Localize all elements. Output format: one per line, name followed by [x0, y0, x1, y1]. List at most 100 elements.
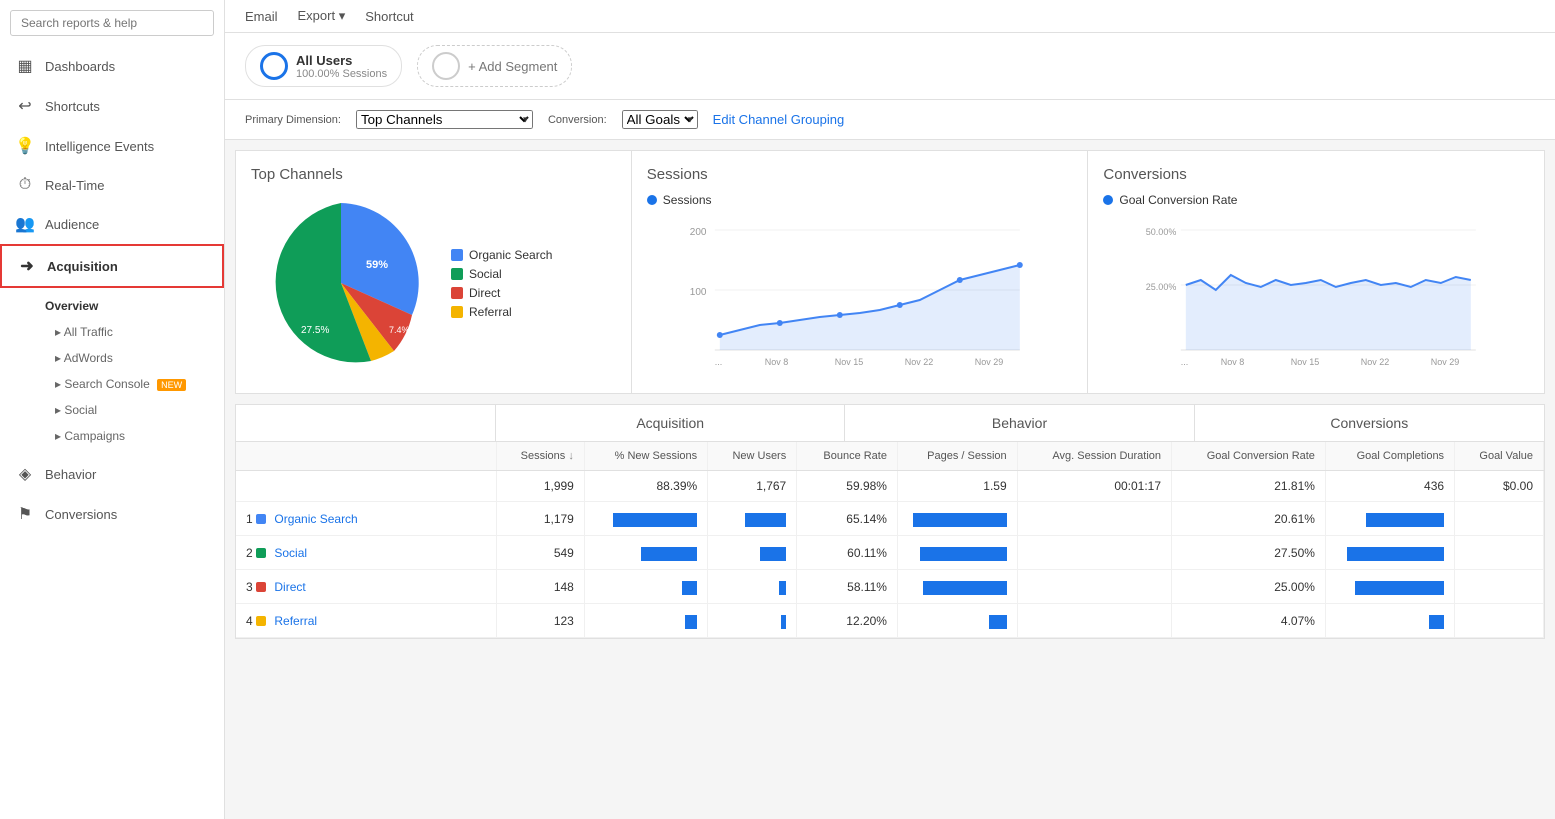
sidebar-item-audience[interactable]: 👥 Audience	[0, 204, 224, 244]
top-bar: Email Export ▾ Shortcut	[225, 0, 1555, 33]
direct-color	[451, 287, 463, 299]
nav-sub-searchconsole[interactable]: ▸ Search Console NEW	[35, 371, 224, 397]
channel-cell-3: 3 Direct	[236, 570, 496, 604]
top-channels-select[interactable]: Top Channels Default Channel Grouping	[356, 110, 533, 129]
legend-social: Social	[451, 267, 552, 281]
add-segment-button[interactable]: + Add Segment	[417, 45, 572, 87]
nav-sub-alltraffic[interactable]: ▸ All Traffic	[35, 319, 224, 345]
sidebar-item-realtime[interactable]: ⏱ Real-Time	[0, 166, 224, 204]
acquisition-icon: ➜	[17, 256, 37, 276]
goal-conv-1: 20.61%	[1172, 502, 1326, 536]
social-link[interactable]: Social	[274, 546, 307, 560]
totals-goal-comp: 436	[1325, 471, 1454, 502]
segment-name: All Users	[296, 53, 387, 68]
sessions-2: 549	[496, 536, 584, 570]
nav-sub-overview[interactable]: Overview	[35, 293, 224, 319]
sidebar-item-behavior[interactable]: ◈ Behavior	[0, 454, 224, 494]
edit-channel-grouping-link[interactable]: Edit Channel Grouping	[713, 112, 845, 127]
svg-text:Nov 29: Nov 29	[1431, 357, 1460, 367]
th-goal-conversion[interactable]: Goal Conversion Rate	[1172, 442, 1326, 471]
legend-direct: Direct	[451, 286, 552, 300]
th-bounce-rate[interactable]: Bounce Rate	[797, 442, 898, 471]
bounce-bar-2	[897, 536, 1017, 570]
svg-text:Nov 22: Nov 22	[1361, 357, 1390, 367]
dashboards-icon: ▦	[15, 56, 35, 76]
pie-legend: Organic Search Social Direct Referr	[451, 248, 552, 319]
totals-pct-new: 88.39%	[584, 471, 707, 502]
svg-text:100: 100	[690, 287, 707, 298]
empty-header	[236, 405, 496, 441]
nav-sub-campaigns[interactable]: ▸ Campaigns	[35, 423, 224, 449]
th-goal-completions[interactable]: Goal Completions	[1325, 442, 1454, 471]
sessions-1: 1,179	[496, 502, 584, 536]
sidebar-item-acquisition[interactable]: ➜ Acquisition	[0, 244, 224, 288]
segments-bar: All Users 100.00% Sessions + Add Segment	[225, 33, 1555, 100]
sidebar-item-shortcuts[interactable]: ↩ Shortcuts	[0, 86, 224, 126]
channel-cell-4: 4 Referral	[236, 604, 496, 638]
nav-sub-adwords[interactable]: ▸ AdWords	[35, 345, 224, 371]
svg-text:Nov 8: Nov 8	[1221, 357, 1245, 367]
new-badge: NEW	[157, 379, 186, 391]
bounce-4: 12.20%	[797, 604, 898, 638]
pie-container: 59% 27.5% 7.4% Organic Search Social	[251, 193, 616, 373]
pie-chart: 59% 27.5% 7.4%	[251, 193, 431, 373]
nav-sub-social[interactable]: ▸ Social	[35, 397, 224, 423]
svg-text:Nov 15: Nov 15	[1291, 357, 1320, 367]
email-link[interactable]: Email	[245, 9, 278, 24]
avg-1	[1017, 502, 1171, 536]
goal-val-2	[1455, 536, 1544, 570]
segment-circle-icon	[260, 52, 288, 80]
main-content: Email Export ▾ Shortcut All Users 100.00…	[225, 0, 1555, 819]
acquisition-section-header: Acquisition	[496, 405, 845, 441]
goal-val-3	[1455, 570, 1544, 604]
add-segment-circle-icon	[432, 52, 460, 80]
svg-text:7.4%: 7.4%	[389, 325, 410, 335]
conversions-panel: Conversions Goal Conversion Rate 50.00% …	[1088, 151, 1544, 393]
all-goals-select[interactable]: All Goals	[622, 110, 698, 129]
all-users-segment[interactable]: All Users 100.00% Sessions	[245, 45, 402, 87]
shortcut-link[interactable]: Shortcut	[365, 9, 413, 24]
th-pages-session[interactable]: Pages / Session	[897, 442, 1017, 471]
bounce-2: 60.11%	[797, 536, 898, 570]
bounce-bar-1	[897, 502, 1017, 536]
th-sessions[interactable]: Sessions ↓	[496, 442, 584, 471]
totals-row: 1,999 88.39% 1,767 59.98% 1.59 00:01:17 …	[236, 471, 1544, 502]
referral-link[interactable]: Referral	[274, 614, 317, 628]
search-input[interactable]	[10, 10, 214, 36]
conversions-chart: 50.00% 25.00% ... Nov 8 Nov 15 Nov 22 No…	[1103, 215, 1529, 375]
sidebar-item-intelligence[interactable]: 💡 Intelligence Events	[0, 126, 224, 166]
top-channels-select-wrapper: Top Channels Default Channel Grouping	[356, 110, 533, 129]
channel-cell-1: 1 Organic Search	[236, 502, 496, 536]
data-table: Sessions ↓ % New Sessions New Users Boun…	[236, 442, 1544, 638]
new-users-3	[708, 570, 797, 604]
goal-val-1	[1455, 502, 1544, 536]
organic-color	[451, 249, 463, 261]
charts-row: Top Channels 59% 27.5% 7.4%	[235, 150, 1545, 394]
pct-new-4	[584, 604, 707, 638]
th-pct-new-sessions[interactable]: % New Sessions	[584, 442, 707, 471]
svg-text:50.00%: 50.00%	[1146, 227, 1177, 237]
direct-link[interactable]: Direct	[274, 580, 305, 594]
organic-search-link[interactable]: Organic Search	[274, 512, 357, 526]
behavior-section-header: Behavior	[845, 405, 1194, 441]
goal-bar-2	[1325, 536, 1454, 570]
dimension-bar: Primary Dimension: Top Channels Default …	[225, 100, 1555, 140]
export-link[interactable]: Export ▾	[298, 8, 346, 24]
social-color-dot	[256, 548, 266, 558]
sidebar-item-dashboards[interactable]: ▦ Dashboards	[0, 46, 224, 86]
new-users-2	[708, 536, 797, 570]
totals-avg-session: 00:01:17	[1017, 471, 1171, 502]
goal-bar-4	[1325, 604, 1454, 638]
sidebar-item-conversions[interactable]: ⚑ Conversions	[0, 494, 224, 534]
th-avg-session[interactable]: Avg. Session Duration	[1017, 442, 1171, 471]
rank-3: 3	[246, 580, 256, 594]
pct-new-2	[584, 536, 707, 570]
th-new-users[interactable]: New Users	[708, 442, 797, 471]
table-row: 4 Referral 123 12.20% 4.07%	[236, 604, 1544, 638]
audience-icon: 👥	[15, 214, 35, 234]
goal-val-4	[1455, 604, 1544, 638]
segment-sub: 100.00% Sessions	[296, 68, 387, 80]
behavior-icon: ◈	[15, 464, 35, 484]
th-goal-value[interactable]: Goal Value	[1455, 442, 1544, 471]
intelligence-icon: 💡	[15, 136, 35, 156]
